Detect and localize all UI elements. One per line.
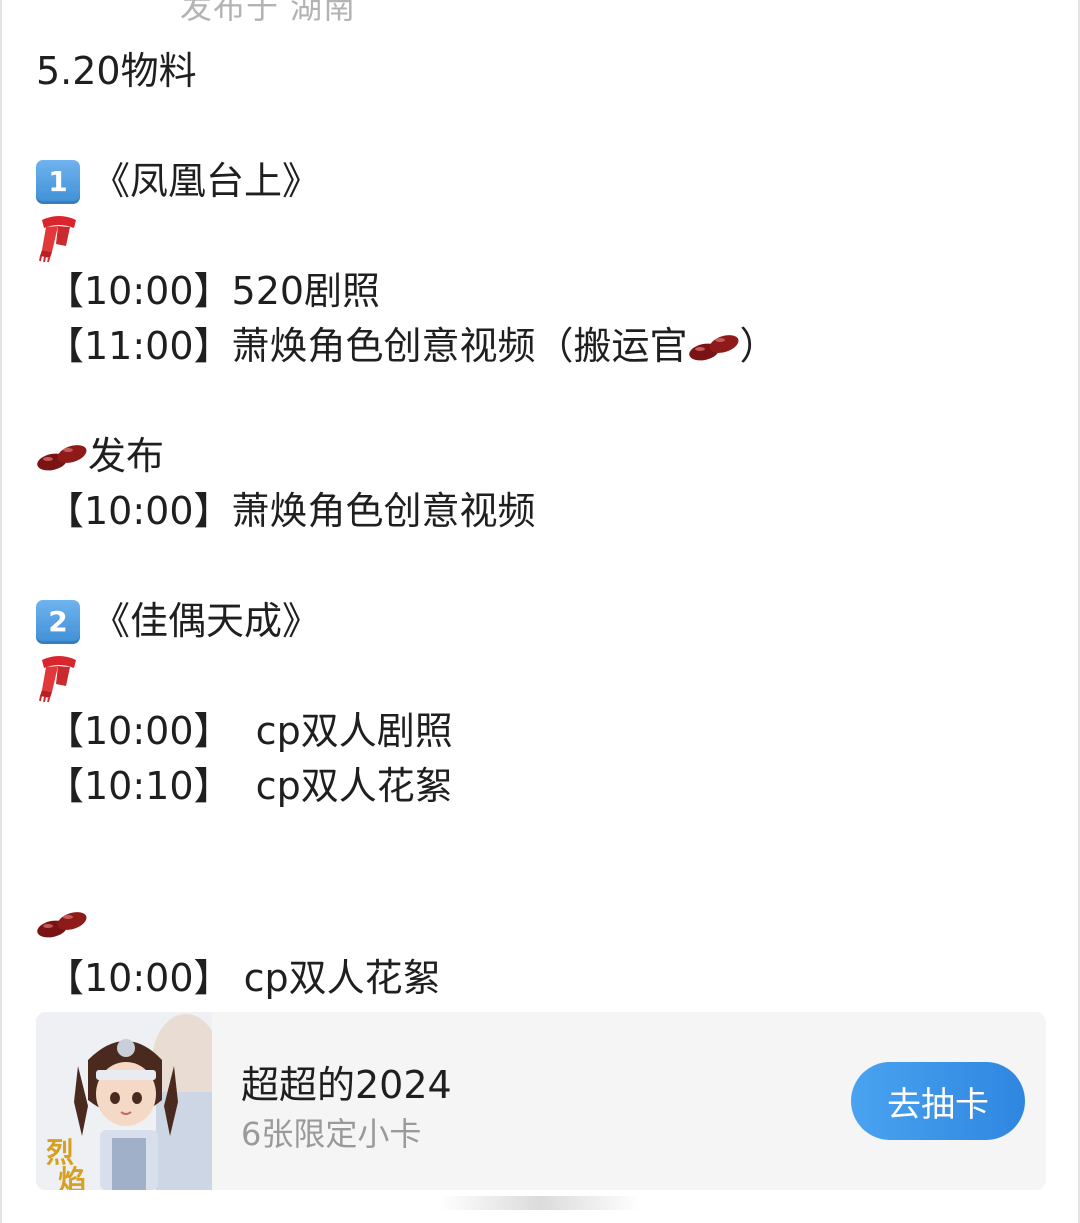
schedule-row: 【10:10】 cp双人花絮 [36,759,1036,814]
red-beans-icon [688,334,739,360]
schedule-time: 【10:10】 [46,764,232,808]
schedule-time: 【10:00】 [46,269,232,313]
schedule-row: 【10:00】 520剧照 [36,264,1036,319]
bean-row [36,896,1036,951]
card-title: 超超的2024 [241,1063,452,1107]
schedule-suffix: ） [739,324,778,368]
keycap-two-icon: 2 [36,599,80,644]
schedule-row: 【10:00】 cp双人剧照 [36,704,1036,759]
schedule-time: 【11:00】 [46,324,232,368]
schedule-time: 【10:00】 [46,956,232,1000]
bottom-divider [440,1196,640,1210]
schedule-time: 【10:00】 [46,709,232,753]
schedule-text: 萧焕角色创意视频（搬运官 [231,324,688,368]
schedule-text: cp双人花絮 [231,956,441,1000]
scarf-row [36,209,1036,264]
schedule-text: cp双人剧照 [231,709,453,753]
section-title: 《凤凰台上》 [92,159,321,203]
post-body: 5.20物料 1 《凤凰台上》 【10:00】 520剧照 【11:00】 萧焕角色… [36,44,1036,1006]
red-beans-icon [37,911,87,937]
red-scarf-icon [39,655,76,702]
section-heading: 2 《佳偶天成》 [36,594,1036,649]
section-title: 《佳偶天成》 [92,599,321,643]
scarf-row [36,649,1036,704]
draw-card-button[interactable]: 去抽卡 [851,1062,1025,1140]
bean-heading-row: 发布 [36,429,1036,484]
section-heading: 1 《凤凰台上》 [36,154,1036,209]
svg-text:焰: 焰 [58,1164,86,1190]
frame-edge-left [0,0,2,1223]
keycap-one-icon: 1 [36,159,80,204]
schedule-time: 【10:00】 [46,489,232,533]
chibi-character-image: 烈 焰 [36,1012,220,1190]
red-scarf-icon [39,215,76,262]
post-location: 发布于 湖南 [180,0,357,26]
schedule-text: cp双人花絮 [231,764,453,808]
post-title: 5.20物料 [36,49,197,93]
card-subtitle: 6张限定小卡 [241,1115,422,1153]
schedule-row: 【11:00】 萧焕角色创意视频（搬运官 ） [36,319,1036,374]
bean-heading: 发布 [88,434,165,478]
schedule-text: 萧焕角色创意视频 [231,489,536,533]
card-thumbnail: 烈 焰 烈焰 [36,1012,220,1190]
schedule-text: 520剧照 [231,269,381,313]
schedule-row: 【10:00】 cp双人花絮 [36,951,1036,1006]
card-draw-promo[interactable]: 烈 焰 烈焰 超超的2024 6张限定小卡 去抽卡 [36,1012,1046,1190]
schedule-row: 【10:00】 萧焕角色创意视频 [36,484,1036,539]
red-beans-icon [37,444,87,470]
